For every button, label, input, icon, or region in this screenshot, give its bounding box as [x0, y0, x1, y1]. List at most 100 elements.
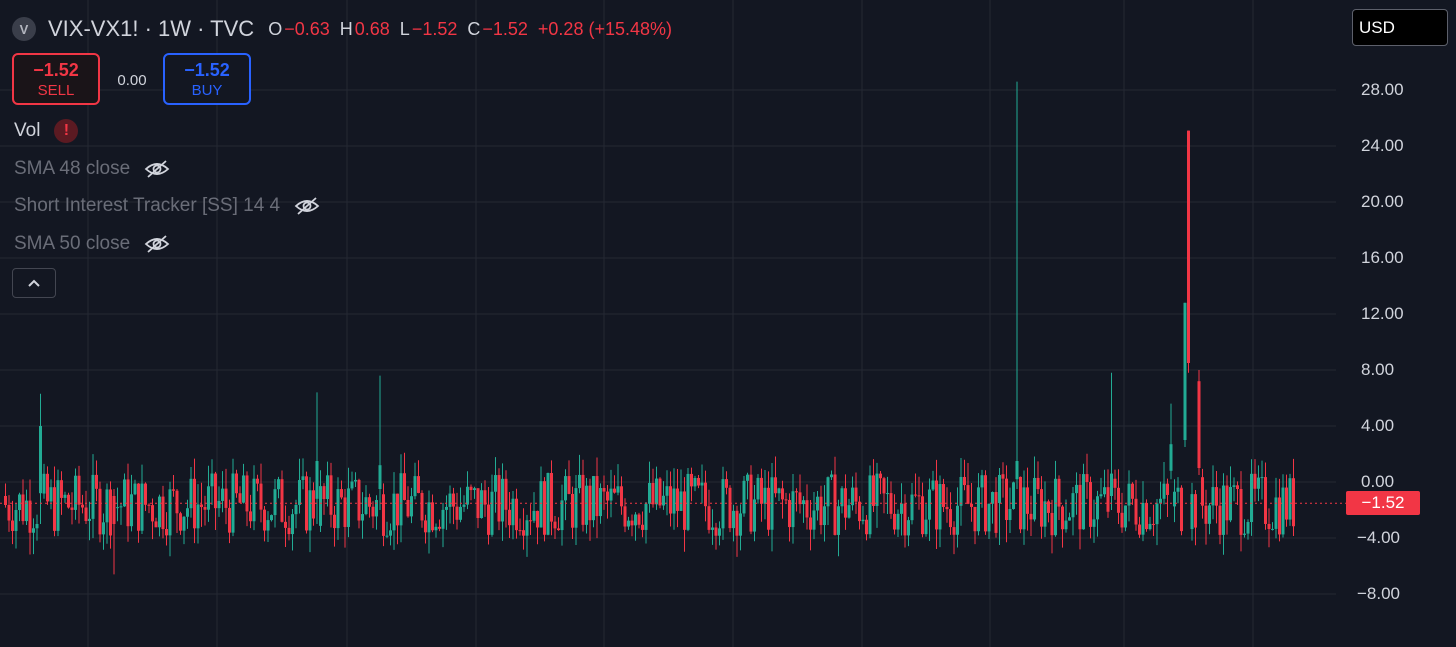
- symbol-name[interactable]: VIX-VX1! · 1W · TVC: [48, 16, 254, 42]
- candle-body: [91, 474, 95, 519]
- candle-body: [560, 500, 564, 531]
- candle-body: [399, 473, 403, 526]
- candle-body: [123, 479, 126, 507]
- candle-body: [1152, 523, 1155, 525]
- candle-body: [137, 483, 140, 531]
- candle-body: [1029, 513, 1033, 520]
- candle-body: [774, 477, 777, 494]
- candle-body: [665, 486, 669, 496]
- candle-body: [1257, 477, 1260, 489]
- y-tick-label: 16.00: [1361, 248, 1404, 267]
- candle-body: [343, 497, 347, 527]
- buy-label: BUY: [191, 82, 223, 99]
- indicator-sma48[interactable]: SMA 48 close: [14, 158, 170, 180]
- candle-body: [669, 486, 672, 514]
- candle-body: [179, 513, 182, 531]
- eye-hidden-icon[interactable]: [144, 159, 170, 179]
- candle-body: [1015, 461, 1019, 480]
- candle-body: [795, 491, 798, 493]
- eye-hidden-icon[interactable]: [144, 234, 170, 254]
- candle-body: [1078, 484, 1082, 530]
- candle-body: [14, 510, 18, 531]
- candle-body: [336, 489, 340, 529]
- candle-body: [921, 496, 924, 535]
- buy-button[interactable]: −1.52 BUY: [163, 53, 251, 105]
- candle-body: [655, 478, 658, 505]
- candle-body: [1187, 130, 1190, 363]
- indicator-sma50[interactable]: SMA 50 close: [14, 233, 170, 255]
- candle-body: [228, 507, 231, 533]
- candle-body: [109, 489, 112, 536]
- candle-body: [56, 480, 60, 531]
- candle-body: [63, 494, 67, 498]
- candle-body: [1043, 501, 1047, 527]
- candle-body: [389, 530, 392, 536]
- currency-selector[interactable]: USD: [1352, 9, 1448, 46]
- candle-body: [977, 487, 980, 532]
- sell-label: SELL: [37, 82, 75, 99]
- candle-body: [1197, 381, 1201, 468]
- candle-body: [651, 482, 655, 505]
- indicator-vol[interactable]: Vol !: [14, 119, 79, 143]
- candle-body: [1141, 502, 1145, 535]
- candle-body: [539, 481, 543, 528]
- candle-body: [550, 472, 553, 522]
- candle-body: [767, 487, 770, 530]
- candle-body: [980, 475, 984, 488]
- candle-body: [994, 492, 998, 533]
- candle-body: [1169, 444, 1173, 471]
- candle-body: [438, 526, 441, 529]
- candle-body: [67, 494, 70, 508]
- candle-body: [217, 500, 221, 509]
- candle-body: [872, 475, 875, 506]
- warning-icon[interactable]: !: [54, 119, 79, 143]
- candle-body: [196, 504, 200, 529]
- candle-body: [308, 490, 312, 531]
- candle-body: [301, 476, 305, 481]
- candle-body: [536, 510, 539, 528]
- candle-body: [1054, 478, 1057, 536]
- candle-body: [865, 519, 868, 535]
- candle-body: [942, 484, 945, 507]
- candle-body: [1008, 508, 1012, 521]
- candle-body: [683, 491, 686, 530]
- candle-body: [606, 491, 609, 501]
- candle-body: [1232, 485, 1236, 487]
- candle-body: [238, 493, 242, 503]
- candle-body: [165, 529, 168, 536]
- candle-body: [1173, 491, 1176, 507]
- indicator-short-interest[interactable]: Short Interest Tracker [SS] 14 4: [14, 195, 320, 217]
- candle-body: [95, 474, 98, 489]
- candle-body: [854, 487, 858, 502]
- candle-body: [245, 475, 249, 512]
- candle-body: [350, 481, 354, 489]
- chevron-up-icon: [28, 279, 40, 287]
- candle-body: [609, 488, 613, 501]
- candle-body: [242, 475, 245, 503]
- candle-body: [378, 465, 382, 489]
- candle-body: [333, 514, 336, 529]
- candle-body: [508, 509, 511, 526]
- candle-body: [1253, 473, 1257, 489]
- candle-body: [1036, 477, 1040, 490]
- sell-price: −1.52: [33, 60, 79, 80]
- candle-body: [595, 476, 599, 517]
- candle-body: [294, 504, 298, 515]
- candle-body: [714, 527, 718, 536]
- collapse-legend-button[interactable]: [12, 268, 56, 298]
- candle-body: [1110, 473, 1113, 496]
- eye-hidden-icon[interactable]: [294, 196, 320, 216]
- candle-body: [70, 507, 74, 510]
- last-price-tag: −1.52: [1346, 491, 1420, 516]
- candle-body: [826, 477, 830, 507]
- candle-body: [837, 506, 840, 535]
- candle-body: [886, 493, 889, 495]
- candle-body: [329, 475, 333, 515]
- candle-body: [1124, 505, 1127, 528]
- candle-body: [1138, 524, 1141, 535]
- candle-body: [791, 491, 795, 528]
- candle-body: [1127, 483, 1131, 506]
- sell-button[interactable]: −1.52 SELL: [12, 53, 100, 105]
- candle-body: [147, 504, 151, 506]
- candle-body: [175, 490, 179, 514]
